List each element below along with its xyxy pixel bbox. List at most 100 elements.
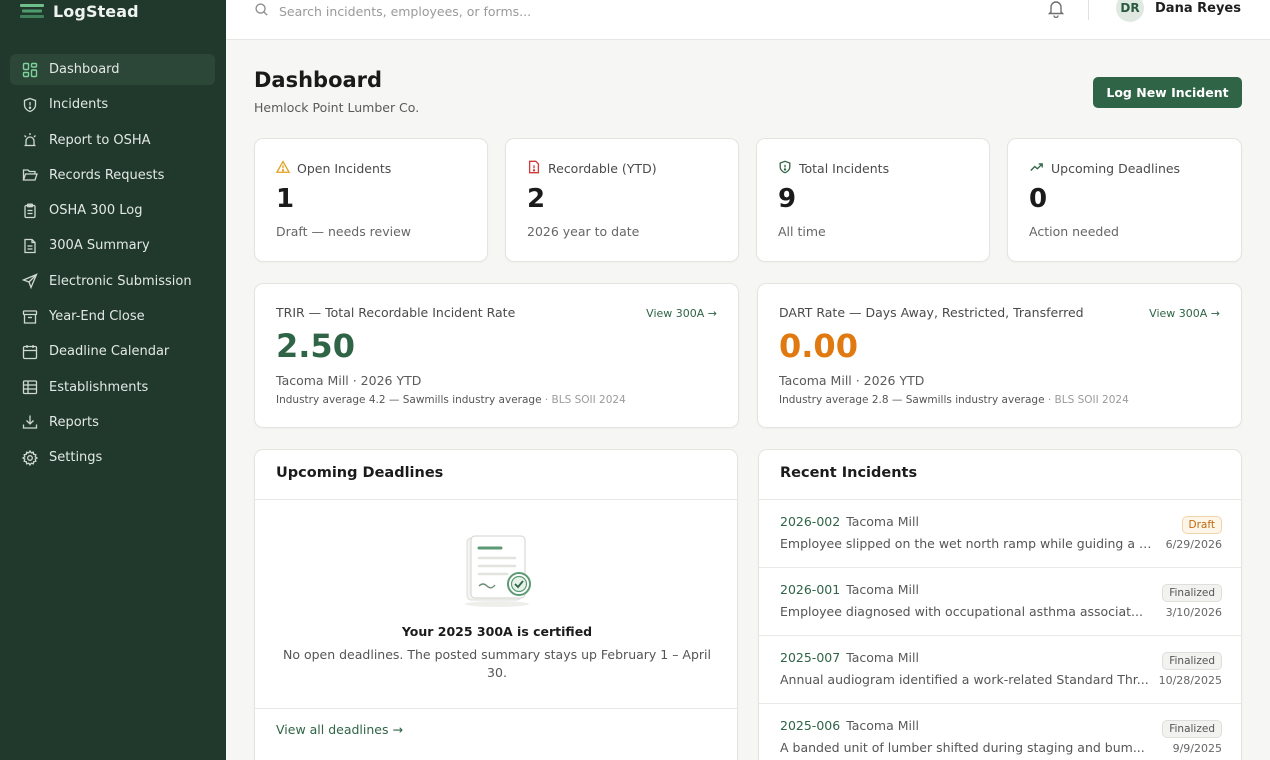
sidebar-item-label: Report to OSHA bbox=[49, 132, 151, 148]
stat-note: Draft — needs review bbox=[276, 224, 412, 239]
logo-icon bbox=[20, 4, 44, 18]
incident-heading: 2025-007 Tacoma Mill bbox=[780, 650, 919, 665]
incident-site: Tacoma Mill bbox=[846, 650, 919, 665]
panel-title: Recent Incidents bbox=[780, 465, 918, 481]
panel-title: Upcoming Deadlines bbox=[276, 465, 444, 481]
rate-value: 2.50 bbox=[276, 327, 355, 365]
stat-label-row: Total Incidents bbox=[778, 160, 889, 177]
folder-open-icon bbox=[21, 166, 39, 184]
empty-state-title: Your 2025 300A is certified bbox=[401, 624, 593, 639]
sidebar-item-300a-summary[interactable]: 300A Summary bbox=[10, 230, 215, 261]
shield-icon bbox=[778, 160, 792, 177]
stat-label: Upcoming Deadlines bbox=[1051, 161, 1181, 176]
certified-document-icon bbox=[461, 534, 533, 614]
log-new-incident-button[interactable]: Log New Incident bbox=[1093, 77, 1242, 108]
stat-value: 0 bbox=[1029, 184, 1048, 214]
benchmark-source: · BLS SOII 2024 bbox=[1044, 394, 1129, 406]
incident-heading: 2026-002 Tacoma Mill bbox=[780, 514, 919, 529]
incident-id: 2026-001 bbox=[780, 582, 841, 597]
view-300a-link[interactable]: View 300A → bbox=[646, 307, 717, 320]
rate-value: 0.00 bbox=[779, 327, 858, 365]
sidebar-item-label: Year-End Close bbox=[49, 309, 145, 325]
avatar: DR bbox=[1116, 0, 1144, 22]
sidebar-item-report-to-osha[interactable]: Report to OSHA bbox=[10, 125, 215, 156]
rate-card-trir: TRIR — Total Recordable Incident Rate Vi… bbox=[254, 283, 739, 428]
incident-row[interactable]: 2026-002 Tacoma Mill Employee slipped on … bbox=[759, 500, 1241, 568]
incident-site: Tacoma Mill bbox=[846, 514, 919, 529]
incident-row[interactable]: 2026-001 Tacoma Mill Employee diagnosed w… bbox=[759, 568, 1241, 636]
benchmark-source: · BLS SOII 2024 bbox=[541, 394, 626, 406]
recent-incidents-panel: Recent Incidents 2026-002 Tacoma Mill Emp… bbox=[758, 449, 1242, 760]
sidebar-item-electronic-submission[interactable]: Electronic Submission bbox=[10, 266, 215, 297]
trend-up-icon bbox=[1029, 160, 1044, 177]
status-badge: Finalized bbox=[1162, 720, 1222, 738]
stat-note: Action needed bbox=[1029, 224, 1119, 239]
stat-value: 1 bbox=[276, 184, 295, 214]
benchmark-text: Industry average 2.8 — Sawmills industry… bbox=[779, 394, 1045, 406]
incident-site: Tacoma Mill bbox=[846, 582, 919, 597]
deadlines-panel: Upcoming Deadlines Your 2025 300A is cer… bbox=[254, 449, 738, 760]
incident-date: 6/29/2026 bbox=[1165, 538, 1222, 551]
sidebar-item-label: 300A Summary bbox=[49, 238, 150, 254]
stat-card-recordable-ytd[interactable]: Recordable (YTD) 2 2026 year to date bbox=[505, 138, 739, 262]
sidebar-item-reports[interactable]: Reports bbox=[10, 407, 215, 438]
stat-label-row: Recordable (YTD) bbox=[527, 160, 657, 177]
alert-shield-icon bbox=[21, 96, 39, 114]
archive-icon bbox=[21, 308, 39, 326]
stat-label: Total Incidents bbox=[799, 161, 890, 176]
notification-bell-icon[interactable] bbox=[1046, 0, 1066, 22]
view-300a-link[interactable]: View 300A → bbox=[1149, 307, 1220, 320]
incident-date: 3/10/2026 bbox=[1165, 606, 1222, 619]
user-name: Dana Reyes bbox=[1155, 0, 1241, 16]
rate-establishment: Tacoma Mill · 2026 YTD bbox=[276, 373, 422, 388]
file-alert-icon bbox=[527, 160, 541, 177]
gear-icon bbox=[21, 449, 39, 467]
sidebar-item-establishments[interactable]: Establishments bbox=[10, 372, 215, 403]
rate-title: TRIR — Total Recordable Incident Rate bbox=[276, 305, 516, 320]
sidebar-item-label: OSHA 300 Log bbox=[49, 203, 143, 219]
search-input[interactable] bbox=[279, 3, 679, 19]
view-all-deadlines-link[interactable]: View all deadlines → bbox=[276, 722, 403, 737]
sidebar-item-deadline-calendar[interactable]: Deadline Calendar bbox=[10, 336, 215, 367]
sidebar-item-dashboard[interactable]: Dashboard bbox=[10, 54, 215, 85]
incident-row[interactable]: 2025-007 Tacoma Mill Annual audiogram ide… bbox=[759, 636, 1241, 704]
sidebar-item-records-requests[interactable]: Records Requests bbox=[10, 160, 215, 191]
benchmark-text: Industry average 4.2 — Sawmills industry… bbox=[276, 394, 542, 406]
sidebar-item-settings[interactable]: Settings bbox=[10, 442, 215, 473]
stat-note: All time bbox=[778, 224, 826, 239]
stat-value: 9 bbox=[778, 184, 797, 214]
stat-card-open-incidents[interactable]: Open Incidents 1 Draft — needs review bbox=[254, 138, 488, 262]
incident-row[interactable]: 2025-006 Tacoma Mill A banded unit of lum… bbox=[759, 704, 1241, 760]
status-badge: Draft bbox=[1181, 516, 1222, 534]
user-menu[interactable]: DR Dana Reyes bbox=[1116, 0, 1241, 22]
siren-icon bbox=[21, 131, 39, 149]
sidebar-item-year-end-close[interactable]: Year-End Close bbox=[10, 301, 215, 332]
incident-id: 2025-006 bbox=[780, 718, 841, 733]
incident-description: Annual audiogram identified a work-relat… bbox=[780, 672, 1149, 687]
incident-description: A banded unit of lumber shifted during s… bbox=[780, 740, 1145, 755]
rate-card-dart: DART Rate — Days Away, Restricted, Trans… bbox=[757, 283, 1242, 428]
divider bbox=[255, 499, 737, 500]
sidebar-item-label: Electronic Submission bbox=[49, 273, 192, 289]
search-box bbox=[254, 0, 679, 22]
divider bbox=[255, 708, 737, 709]
sidebar: LogStead Dashboard Incidents Report to O… bbox=[0, 0, 226, 760]
stat-label: Recordable (YTD) bbox=[548, 161, 657, 176]
stat-card-total-incidents[interactable]: Total Incidents 9 All time bbox=[756, 138, 990, 262]
incident-description: Employee slipped on the wet north ramp w… bbox=[780, 536, 1152, 551]
sidebar-item-label: Establishments bbox=[49, 379, 149, 395]
empty-state-text: No open deadlines. The posted summary st… bbox=[282, 647, 712, 680]
sidebar-item-incidents[interactable]: Incidents bbox=[10, 89, 215, 120]
incident-date: 10/28/2025 bbox=[1158, 674, 1222, 687]
stat-label-row: Open Incidents bbox=[275, 160, 392, 177]
sidebar-item-label: Dashboard bbox=[49, 62, 120, 77]
incident-heading: 2026-001 Tacoma Mill bbox=[780, 582, 919, 597]
sidebar-item-osha-300-log[interactable]: OSHA 300 Log bbox=[10, 195, 215, 226]
topbar-divider bbox=[1088, 0, 1089, 20]
stat-label: Open Incidents bbox=[297, 161, 392, 176]
incident-heading: 2025-006 Tacoma Mill bbox=[780, 718, 919, 733]
brand[interactable]: LogStead bbox=[20, 0, 139, 24]
calendar-icon bbox=[21, 343, 39, 361]
download-icon bbox=[21, 413, 39, 431]
stat-card-upcoming-deadlines[interactable]: Upcoming Deadlines 0 Action needed bbox=[1007, 138, 1242, 262]
